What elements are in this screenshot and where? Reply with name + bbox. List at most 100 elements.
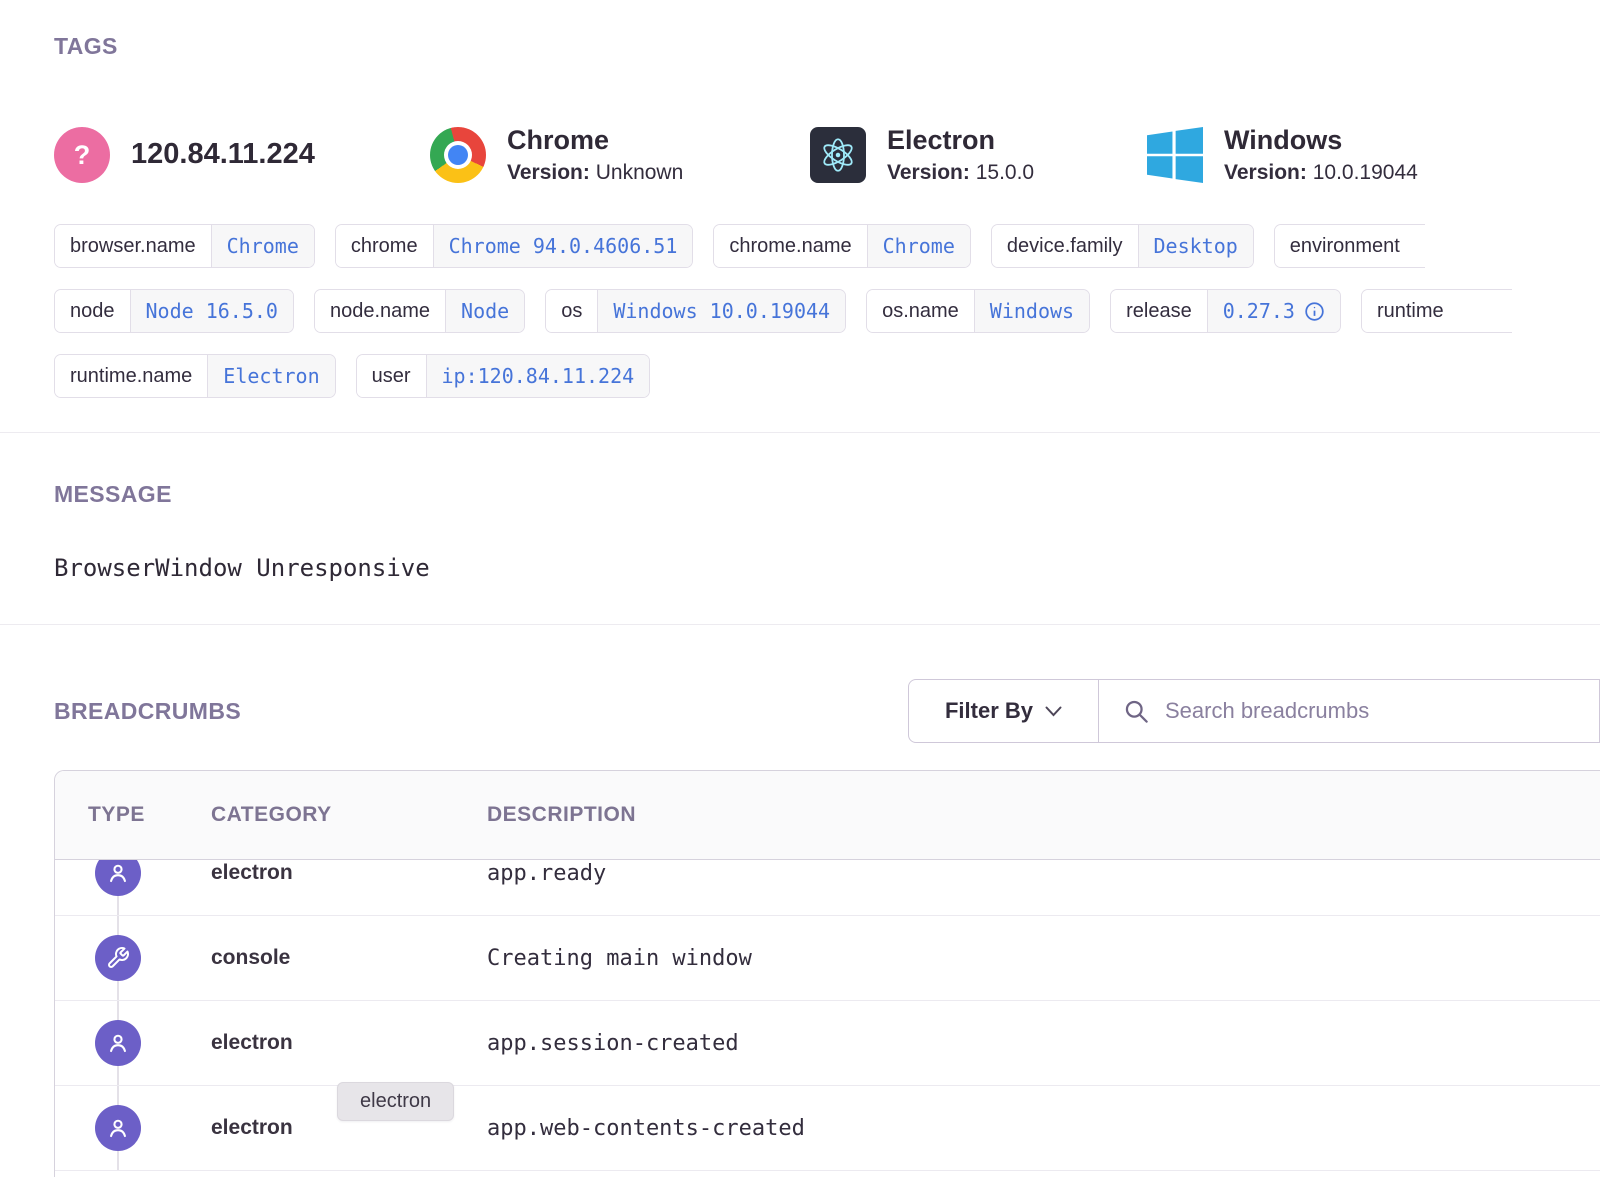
tags-title: TAGS — [54, 33, 1600, 60]
chrome-title: Chrome — [507, 125, 683, 156]
wrench-icon — [95, 935, 141, 981]
info-icon[interactable] — [1304, 301, 1325, 322]
tag-pill-runtime[interactable]: runtime — [1361, 289, 1512, 333]
breadcrumb-row[interactable]: electron app.session-created — [55, 1001, 1600, 1086]
version-label: Version: — [1224, 161, 1307, 184]
tag-pill-node-name[interactable]: node.name Node — [314, 289, 525, 333]
tag-pill-os[interactable]: os Windows 10.0.19044 — [545, 289, 846, 333]
tag-key: os.name — [867, 290, 974, 332]
tag-value[interactable]: Windows 10.0.19044 — [597, 290, 845, 332]
tag-key: release — [1111, 290, 1207, 332]
breadcrumb-description: Creating main window — [487, 946, 1600, 971]
breadcrumbs-section: BREADCRUMBS Filter By TYPE CATEGORY DESC… — [0, 625, 1600, 1177]
tag-key: chrome — [336, 225, 433, 267]
tag-pill-browser-name[interactable]: browser.name Chrome — [54, 224, 315, 268]
tag-value[interactable]: Chrome — [211, 225, 314, 267]
breadcrumb-description: app.session-created — [487, 1031, 1600, 1056]
tag-key: user — [357, 355, 426, 397]
tag-key: chrome.name — [714, 225, 866, 267]
tag-value[interactable]: Node — [445, 290, 524, 332]
breadcrumbs-header: BREADCRUMBS Filter By — [0, 679, 1600, 743]
tag-value[interactable]: Desktop — [1138, 225, 1253, 267]
message-title: MESSAGE — [54, 481, 1600, 508]
breadcrumb-description: app.ready — [487, 861, 1600, 886]
breadcrumb-row[interactable]: electron app.web-contents-created — [55, 1086, 1600, 1171]
chrome-logo-icon — [430, 127, 486, 183]
featured-tag-electron: Electron Version: 15.0.0 — [810, 125, 1147, 184]
electron-logo-icon — [810, 127, 866, 183]
tag-value[interactable]: Node 16.5.0 — [130, 290, 293, 332]
tag-pill-node[interactable]: node Node 16.5.0 — [54, 289, 294, 333]
breadcrumb-description: app.web-contents-created — [487, 1116, 1600, 1141]
user-icon — [95, 1105, 141, 1151]
tag-pill-row: node Node 16.5.0 node.name Node os Windo… — [54, 289, 1600, 333]
tag-pill-release[interactable]: release 0.27.3 — [1110, 289, 1341, 333]
tag-pills: browser.name Chrome chrome Chrome 94.0.4… — [54, 224, 1600, 398]
version-label: Version: — [887, 161, 970, 184]
user-icon — [95, 1020, 141, 1066]
tag-value[interactable]: Electron — [207, 355, 334, 397]
tag-value[interactable]: Chrome 94.0.4606.51 — [433, 225, 693, 267]
search-icon — [1123, 698, 1150, 725]
tag-key: runtime — [1362, 290, 1512, 332]
column-header-category: CATEGORY — [211, 803, 487, 827]
featured-tag-chrome: Chrome Version: Unknown — [430, 125, 810, 184]
electron-title: Electron — [887, 125, 1034, 156]
question-avatar-icon: ? — [54, 127, 110, 183]
windows-logo-icon — [1147, 127, 1203, 183]
breadcrumb-category: console — [211, 946, 487, 970]
tag-value-text: 0.27.3 — [1223, 299, 1295, 323]
breadcrumb-category: electron — [211, 861, 487, 885]
tag-key: environment — [1275, 225, 1425, 267]
windows-version: Version: 10.0.19044 — [1224, 161, 1418, 185]
breadcrumb-category: electron — [211, 1031, 487, 1055]
tag-pill-runtime-name[interactable]: runtime.name Electron — [54, 354, 336, 398]
tag-key: device.family — [992, 225, 1138, 267]
breadcrumbs-rows: electron app.ready console Creating main… — [55, 831, 1600, 1171]
tags-section: TAGS ? 120.84.11.224 Chrome Version: Unk… — [0, 0, 1600, 398]
search-input[interactable] — [1165, 698, 1599, 724]
tag-pill-chrome-name[interactable]: chrome.name Chrome — [713, 224, 971, 268]
breadcrumbs-filter-bar: Filter By — [908, 679, 1600, 743]
chrome-version: Version: Unknown — [507, 161, 683, 185]
tag-key: node.name — [315, 290, 445, 332]
message-text: BrowserWindow Unresponsive — [54, 554, 1600, 582]
tag-key: node — [55, 290, 130, 332]
tag-pill-os-name[interactable]: os.name Windows — [866, 289, 1090, 333]
breadcrumbs-table: TYPE CATEGORY DESCRIPTION electron app.r… — [54, 770, 1600, 1177]
tag-value[interactable]: Chrome — [867, 225, 970, 267]
tag-pill-chrome[interactable]: chrome Chrome 94.0.4606.51 — [335, 224, 693, 268]
tag-value[interactable]: ip:120.84.11.224 — [426, 355, 650, 397]
ip-address: 120.84.11.224 — [131, 138, 315, 171]
version-value: Unknown — [596, 161, 684, 184]
electron-version: Version: 15.0.0 — [887, 161, 1034, 185]
chevron-down-icon — [1045, 706, 1062, 717]
tag-value[interactable]: 0.27.3 — [1207, 290, 1340, 332]
tag-value[interactable]: Windows — [974, 290, 1089, 332]
tag-key: os — [546, 290, 597, 332]
version-label: Version: — [507, 161, 590, 184]
message-section: MESSAGE BrowserWindow Unresponsive — [0, 433, 1600, 624]
filter-by-dropdown[interactable]: Filter By — [909, 680, 1099, 742]
tag-pill-device-family[interactable]: device.family Desktop — [991, 224, 1254, 268]
filter-by-label: Filter By — [945, 698, 1033, 724]
column-header-description: DESCRIPTION — [487, 803, 1600, 827]
version-value: 15.0.0 — [976, 161, 1034, 184]
tag-pill-row: runtime.name Electron user ip:120.84.11.… — [54, 354, 1600, 398]
breadcrumbs-search — [1099, 680, 1599, 742]
breadcrumb-row[interactable]: console Creating main window — [55, 916, 1600, 1001]
windows-title: Windows — [1224, 125, 1418, 156]
featured-tags-row: ? 120.84.11.224 Chrome Version: Unknown — [54, 116, 1600, 194]
featured-tag-windows: Windows Version: 10.0.19044 — [1147, 125, 1418, 184]
tag-pill-row: browser.name Chrome chrome Chrome 94.0.4… — [54, 224, 1600, 268]
featured-tag-ip: ? 120.84.11.224 — [54, 127, 430, 183]
tag-pill-environment[interactable]: environment — [1274, 224, 1425, 268]
category-tooltip: electron — [337, 1082, 454, 1121]
column-header-type: TYPE — [55, 803, 211, 827]
breadcrumbs-table-header: TYPE CATEGORY DESCRIPTION — [55, 771, 1600, 860]
tag-pill-user[interactable]: user ip:120.84.11.224 — [356, 354, 651, 398]
tag-key: runtime.name — [55, 355, 207, 397]
tag-key: browser.name — [55, 225, 211, 267]
version-value: 10.0.19044 — [1313, 161, 1418, 184]
breadcrumbs-title: BREADCRUMBS — [54, 698, 241, 725]
